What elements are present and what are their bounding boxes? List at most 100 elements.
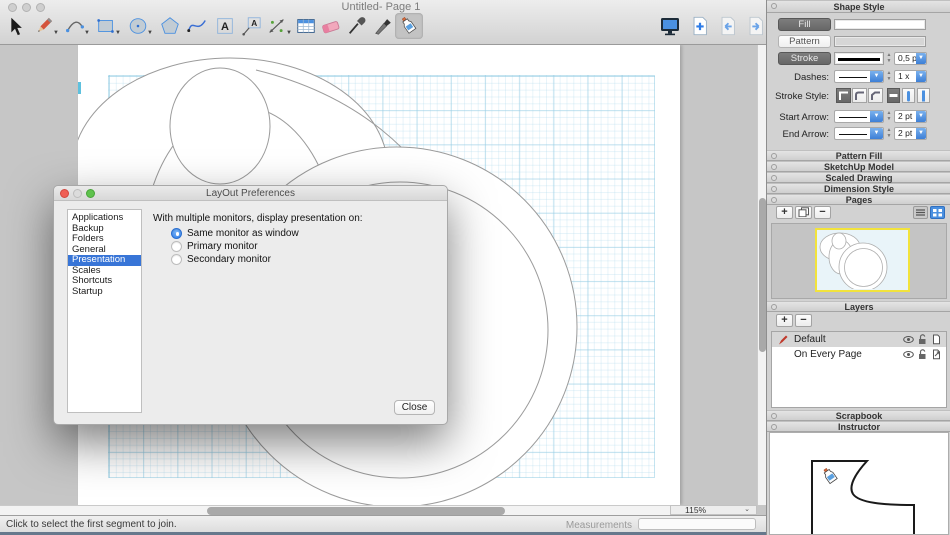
radio-row-secondary-monitor[interactable]: Secondary monitor [171, 253, 271, 265]
layer-visibility-icon[interactable] [903, 334, 914, 345]
text-tool[interactable]: A [213, 13, 237, 39]
measurements-input[interactable] [638, 518, 756, 530]
layer-visibility-icon[interactable] [903, 349, 914, 360]
previous-page-button[interactable] [716, 13, 740, 39]
dashes-scale-dropdown[interactable]: 1 x▼ [894, 70, 927, 83]
start-presentation-button[interactable] [658, 13, 682, 39]
layer-row-default[interactable]: Default [772, 332, 946, 347]
layer-lock-icon[interactable] [917, 349, 928, 360]
style-tool[interactable] [371, 13, 395, 39]
instructor-header[interactable]: Instructor [767, 421, 950, 432]
radio-unselected-icon[interactable] [171, 254, 182, 265]
pattern-button[interactable]: Pattern [778, 35, 831, 48]
label-tool[interactable]: A [239, 13, 263, 39]
next-page-button[interactable] [744, 13, 768, 39]
join-bevel-button[interactable] [868, 88, 883, 103]
pref-item-startup[interactable]: Startup [68, 287, 141, 298]
join-round-button[interactable] [852, 88, 867, 103]
horizontal-scrollbar[interactable] [0, 505, 670, 515]
pattern-well[interactable] [834, 36, 926, 47]
chevron-down-icon: ⌄ [744, 506, 750, 514]
chevron-down-icon: ▼ [916, 53, 926, 64]
arc-tool-dropdown[interactable]: ▼ [83, 29, 91, 37]
radio-row-same-monitor[interactable]: Same monitor as window [171, 227, 299, 239]
pattern-fill-header[interactable]: Pattern Fill [767, 150, 950, 161]
add-layer-button[interactable]: + [776, 314, 793, 327]
duplicate-page-button[interactable] [795, 206, 812, 219]
dimension-tool-dropdown[interactable]: ▼ [285, 29, 293, 37]
start-arrow-size-dropdown[interactable]: 2 pt▼ [894, 110, 927, 123]
tray-panel: Shape Style Fill Pattern Stroke ▲▼ 0,5 p… [766, 0, 950, 535]
vertical-scrollbar[interactable] [757, 45, 766, 505]
dimension-style-header[interactable]: Dimension Style [767, 183, 950, 194]
monitor-icon [658, 14, 682, 38]
layer-lock-icon[interactable] [917, 334, 928, 345]
end-arrow-dropdown[interactable]: ▼ [834, 127, 884, 140]
page-grid-view-button[interactable] [930, 206, 945, 219]
window-close-button[interactable] [8, 3, 17, 12]
stroke-width-stepper[interactable]: ▲▼ [885, 52, 893, 65]
disclosure-dot-icon [771, 304, 777, 310]
circle-tool-dropdown[interactable]: ▼ [146, 29, 154, 37]
join-tool[interactable] [395, 13, 423, 39]
stroke-preview-well[interactable] [834, 52, 884, 65]
cap-butt-button[interactable] [887, 88, 900, 103]
ellipse-small-top[interactable] [170, 68, 270, 184]
eyedropper-tool[interactable] [345, 13, 369, 39]
window-minimize-button[interactable] [22, 3, 31, 12]
select-tool[interactable] [3, 13, 27, 39]
start-arrow-dropdown[interactable]: ▼ [834, 110, 884, 123]
line-tool-dropdown[interactable]: ▼ [52, 29, 60, 37]
rectangle-tool-dropdown[interactable]: ▼ [114, 29, 122, 37]
status-bar: Click to select the first segment to joi… [0, 515, 766, 532]
pref-item-folders[interactable]: Folders [68, 234, 141, 245]
layer-row-on-every-page[interactable]: On Every Page [772, 347, 946, 362]
join-miter-button[interactable] [836, 88, 851, 103]
radio-selected-icon[interactable] [171, 228, 182, 239]
delete-layer-button[interactable]: − [795, 314, 812, 327]
stroke-button[interactable]: Stroke [778, 52, 831, 65]
dialog-titlebar[interactable]: LayOut Preferences [54, 186, 447, 201]
layer-shared-page-icon[interactable] [931, 349, 942, 360]
layers-header[interactable]: Layers [767, 301, 950, 312]
polygon-tool[interactable] [158, 13, 182, 39]
table-tool[interactable] [294, 13, 318, 39]
radio-row-primary-monitor[interactable]: Primary monitor [171, 240, 258, 252]
delete-page-button[interactable]: − [814, 206, 831, 219]
stroke-line-swatch [838, 58, 880, 61]
scrapbook-header[interactable]: Scrapbook [767, 410, 950, 421]
zoom-level-control[interactable]: 115%⌄ [670, 505, 757, 515]
add-page-button[interactable] [688, 13, 712, 39]
scaled-drawing-header[interactable]: Scaled Drawing [767, 172, 950, 183]
dashes-stepper[interactable]: ▲▼ [885, 70, 893, 83]
dashes-label: Dashes: [767, 72, 829, 83]
add-page-panel-button[interactable]: + [776, 206, 793, 219]
end-arrow-size-dropdown[interactable]: 2 pt▼ [894, 127, 927, 140]
cap-round-button[interactable] [902, 88, 915, 103]
radio-unselected-icon[interactable] [171, 241, 182, 252]
cap-square-button[interactable] [917, 88, 930, 103]
freehand-tool[interactable] [185, 13, 209, 39]
eraser-tool[interactable] [319, 13, 343, 39]
shape-style-header[interactable]: Shape Style [767, 0, 950, 13]
pref-item-shortcuts[interactable]: Shortcuts [68, 276, 141, 287]
page-list-view-button[interactable] [913, 206, 928, 219]
close-button[interactable]: Close [394, 400, 435, 415]
vertical-scrollbar-thumb[interactable] [759, 198, 766, 352]
fill-button[interactable]: Fill [778, 18, 831, 31]
fill-color-well[interactable] [834, 19, 926, 30]
sketchup-model-header[interactable]: SketchUp Model [767, 161, 950, 172]
end-arrow-stepper[interactable]: ▲▼ [885, 127, 893, 140]
dashes-dropdown[interactable]: ▼ [834, 70, 884, 83]
horizontal-scrollbar-thumb[interactable] [207, 507, 505, 515]
layer-page-icon[interactable] [931, 334, 942, 345]
grid-view-icon [931, 207, 944, 218]
pages-header[interactable]: Pages [767, 194, 950, 205]
window-zoom-button[interactable] [36, 3, 45, 12]
pref-item-applications[interactable]: Applications [68, 213, 141, 224]
stroke-width-dropdown[interactable]: 0,5 pt▼ [894, 52, 927, 65]
start-arrow-stepper[interactable]: ▲▼ [885, 110, 893, 123]
pref-item-presentation[interactable]: Presentation [68, 255, 141, 266]
preferences-category-list: Applications Backup Folders General Pres… [67, 209, 142, 413]
page-thumbnail[interactable] [815, 228, 910, 292]
